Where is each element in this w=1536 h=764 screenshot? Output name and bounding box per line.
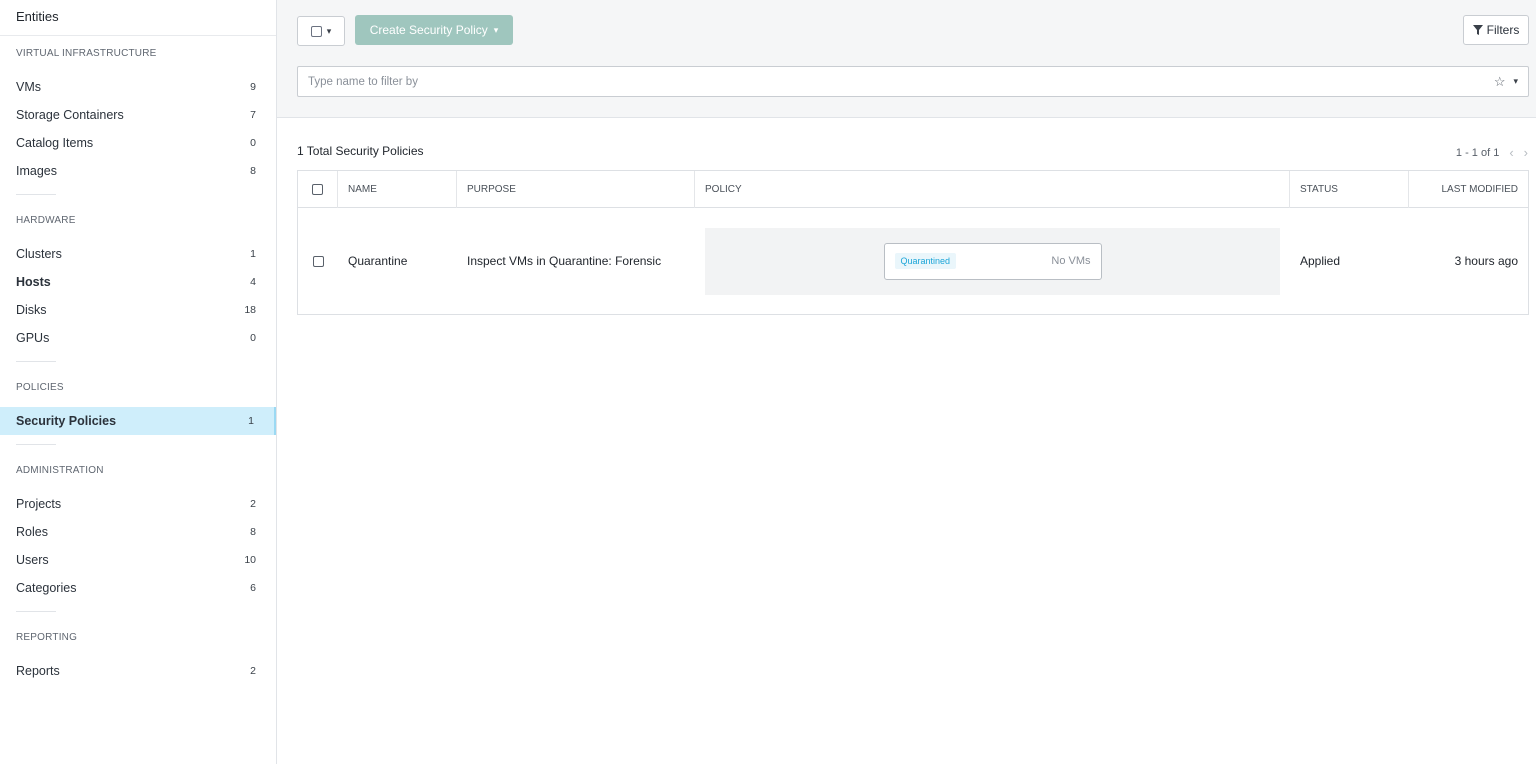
sidebar-item-security-policies[interactable]: Security Policies 1 xyxy=(0,407,276,435)
sidebar-item-categories[interactable]: Categories 6 xyxy=(0,574,276,602)
sidebar-item-label: Roles xyxy=(16,525,48,539)
sidebar-item-count: 18 xyxy=(244,304,256,316)
sidebar-item-label: Images xyxy=(16,164,57,178)
column-header-status[interactable]: STATUS xyxy=(1290,171,1409,208)
sidebar-item-count: 7 xyxy=(250,109,256,121)
quarantine-card[interactable]: Quarantined No VMs xyxy=(883,242,1102,280)
sidebar-item-label: Projects xyxy=(16,497,62,511)
sidebar-item-count: 9 xyxy=(250,81,256,93)
sidebar-item-count: 0 xyxy=(250,137,256,149)
row-checkbox-cell xyxy=(298,255,338,267)
sidebar-section-virtual-infrastructure: VIRTUAL INFRASTRUCTURE VMs 9 Storage Cont… xyxy=(0,44,276,195)
sidebar-section-reporting: REPORTING Reports 2 xyxy=(0,628,276,685)
security-policies-table: NAME PURPOSE POLICY STATUS LAST MODIFIED… xyxy=(297,170,1529,315)
sidebar-item-label: Storage Containers xyxy=(16,108,124,122)
chevron-down-icon: ▾ xyxy=(326,25,332,36)
sidebar-item-projects[interactable]: Projects 2 xyxy=(0,490,276,518)
policy-cell: Quarantined No VMs xyxy=(695,227,1290,295)
chevron-down-icon[interactable]: ▾ xyxy=(1513,76,1518,87)
select-all-checkbox[interactable] xyxy=(310,25,322,37)
star-icon[interactable]: ☆ xyxy=(1494,74,1506,90)
sidebar-item-count: 0 xyxy=(250,332,256,344)
sidebar-item-count: 2 xyxy=(250,498,256,510)
sidebar-item-gpus[interactable]: GPUs 0 xyxy=(0,324,276,352)
section-divider xyxy=(16,194,56,195)
sidebar-item-count: 6 xyxy=(250,582,256,594)
quarantined-tag: Quarantined xyxy=(894,253,957,269)
select-all-rows-checkbox[interactable] xyxy=(312,184,323,195)
create-button-label: Create Security Policy xyxy=(369,23,488,37)
table-row[interactable]: Quarantine Inspect VMs in Quarantine: Fo… xyxy=(298,208,1528,314)
sidebar-item-vms[interactable]: VMs 9 xyxy=(0,73,276,101)
filter-input[interactable] xyxy=(308,75,1494,88)
column-header-purpose[interactable]: PURPOSE xyxy=(457,171,695,208)
row-checkbox[interactable] xyxy=(312,255,324,267)
sidebar-item-images[interactable]: Images 8 xyxy=(0,157,276,185)
sidebar-item-label: Security Policies xyxy=(16,414,117,428)
sidebar-item-disks[interactable]: Disks 18 xyxy=(0,296,276,324)
sidebar-item-count: 2 xyxy=(250,665,256,677)
sidebar-item-roles[interactable]: Roles 8 xyxy=(0,518,276,546)
sidebar-item-users[interactable]: Users 10 xyxy=(0,546,276,574)
page-range: 1 - 1 of 1 xyxy=(1455,146,1500,159)
policy-name[interactable]: Quarantine xyxy=(338,254,457,268)
sidebar-item-hosts[interactable]: Hosts 4 xyxy=(0,268,276,296)
sidebar-item-count: 1 xyxy=(250,248,256,260)
section-title: POLICIES xyxy=(16,382,64,393)
header-checkbox-cell xyxy=(298,171,338,208)
sidebar: Entities VIRTUAL INFRASTRUCTURE VMs 9 Sto… xyxy=(0,0,277,764)
chevron-right-icon[interactable]: › xyxy=(1524,145,1528,160)
sidebar-section-hardware: HARDWARE Clusters 1 Hosts 4 Disks 18 GPUs 0 xyxy=(0,211,276,362)
policy-last-modified: 3 hours ago xyxy=(1454,254,1518,268)
vm-count-text: No VMs xyxy=(1051,255,1091,267)
chevron-left-icon[interactable]: ‹ xyxy=(1509,145,1513,160)
chevron-down-icon: ▾ xyxy=(493,24,499,35)
filters-label: Filters xyxy=(1486,23,1520,37)
policy-visualization: Quarantined No VMs xyxy=(705,227,1280,295)
bulk-select-dropdown[interactable]: ▾ xyxy=(297,16,345,46)
sidebar-item-catalog-items[interactable]: Catalog Items 0 xyxy=(0,129,276,157)
policy-purpose: Inspect VMs in Quarantine: Forensic xyxy=(467,254,662,268)
sidebar-item-count: 8 xyxy=(250,165,256,177)
section-divider xyxy=(16,444,56,445)
section-title: HARDWARE xyxy=(16,215,76,226)
section-title: REPORTING xyxy=(16,632,78,643)
column-header-last-modified[interactable]: LAST MODIFIED xyxy=(1409,171,1528,208)
create-security-policy-button[interactable]: Create Security Policy ▾ xyxy=(355,15,513,45)
table-header: NAME PURPOSE POLICY STATUS LAST MODIFIED xyxy=(298,171,1528,208)
policy-status: Applied xyxy=(1300,254,1341,268)
sidebar-item-count: 4 xyxy=(250,276,256,288)
sidebar-item-count: 10 xyxy=(244,554,256,566)
column-header-policy[interactable]: POLICY xyxy=(695,171,1290,208)
section-title: VIRTUAL INFRASTRUCTURE xyxy=(16,48,157,59)
total-count: 1 Total Security Policies xyxy=(297,144,424,158)
filter-icon xyxy=(1472,25,1483,35)
sidebar-section-policies: POLICIES Security Policies 1 xyxy=(0,378,276,445)
section-divider xyxy=(16,611,56,612)
sidebar-item-label: Categories xyxy=(16,581,77,595)
pagination: 1 - 1 of 1 ‹ › xyxy=(1456,145,1528,160)
sidebar-item-clusters[interactable]: Clusters 1 xyxy=(0,240,276,268)
sidebar-item-storage-containers[interactable]: Storage Containers 7 xyxy=(0,101,276,129)
toolbar: ▾ Create Security Policy ▾ Filters ☆ ▾ xyxy=(277,0,1536,118)
sidebar-section-administration: ADMINISTRATION Projects 2 Roles 8 Users 10 … xyxy=(0,461,276,612)
sidebar-header: Entities xyxy=(0,0,276,36)
sidebar-item-label: Reports xyxy=(16,664,60,678)
sidebar-item-reports[interactable]: Reports 2 xyxy=(0,657,276,685)
sidebar-item-label: VMs xyxy=(16,80,41,94)
sidebar-item-label: Clusters xyxy=(16,247,62,261)
section-divider xyxy=(16,361,56,362)
sidebar-item-label: Disks xyxy=(16,303,47,317)
filter-bar: ☆ ▾ xyxy=(297,66,1529,97)
main-content: ▾ Create Security Policy ▾ Filters ☆ ▾ 1… xyxy=(277,0,1536,764)
sidebar-item-count: 1 xyxy=(248,415,254,427)
sidebar-item-label: Hosts xyxy=(16,275,51,289)
filters-button[interactable]: Filters xyxy=(1463,15,1529,45)
column-header-name[interactable]: NAME xyxy=(338,171,457,208)
sidebar-item-label: GPUs xyxy=(16,331,50,345)
section-title: ADMINISTRATION xyxy=(16,465,104,476)
sidebar-item-label: Catalog Items xyxy=(16,136,94,150)
sidebar-item-label: Users xyxy=(16,553,49,567)
sidebar-item-count: 8 xyxy=(250,526,256,538)
